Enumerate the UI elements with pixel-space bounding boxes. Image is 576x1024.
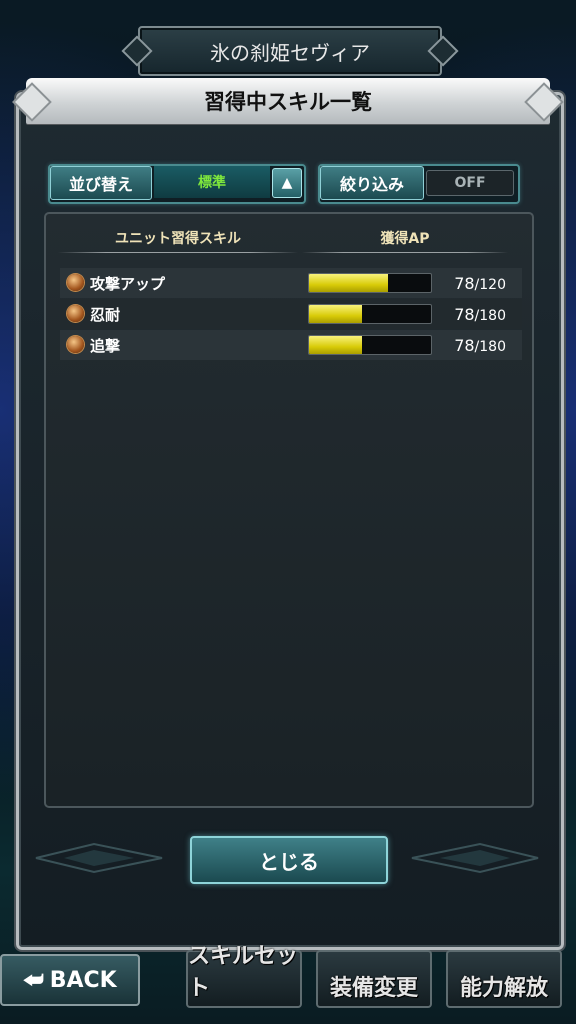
skill-name: 忍耐	[90, 306, 121, 324]
ap-value: 78/180	[454, 305, 506, 324]
skill-orb-icon	[67, 274, 84, 291]
ornament-left-icon	[35, 842, 163, 874]
ap-max: /180	[474, 308, 506, 324]
ap-current: 78	[454, 274, 475, 293]
skill-orb-icon	[67, 305, 84, 322]
triangle-up-icon: ▲	[281, 175, 293, 191]
skill-row[interactable]: 忍耐 78/180	[60, 299, 522, 329]
back-arrow-icon: ⮨	[23, 967, 44, 993]
ap-progress-fill	[309, 305, 362, 323]
column-header-skill: ユニット習得スキル	[115, 231, 241, 247]
filter-control: 絞り込み OFF	[318, 164, 520, 204]
filter-status[interactable]: OFF	[426, 170, 514, 196]
ap-max: /180	[474, 339, 506, 355]
ap-max: /120	[474, 277, 506, 293]
ornament-right-icon	[411, 842, 539, 874]
sort-control: 並び替え 標準 ▲	[48, 164, 306, 204]
ap-value: 78/180	[454, 336, 506, 355]
sort-order-button[interactable]: ▲	[272, 168, 302, 198]
column-header-ap: 獲得AP	[380, 231, 430, 247]
skill-row[interactable]: 追撃 78/180	[60, 330, 522, 360]
ap-progress-fill	[309, 336, 362, 354]
ap-progress-bar	[308, 273, 432, 293]
skill-name: 追撃	[90, 337, 121, 355]
column-divider	[58, 252, 298, 253]
character-name: 氷の刹姫セヴィア	[210, 40, 370, 65]
ap-current: 78	[454, 336, 475, 355]
column-divider	[302, 252, 508, 253]
ap-value: 78/120	[454, 274, 506, 293]
skill-name: 攻撃アップ	[90, 275, 166, 293]
character-name-plate: 氷の刹姫セヴィア	[138, 26, 442, 76]
tab-skill-set[interactable]: スキルセット	[186, 944, 302, 1008]
ap-current: 78	[454, 305, 475, 324]
filter-button[interactable]: 絞り込み	[320, 166, 424, 200]
tab-ability-unlock[interactable]: 能力解放	[446, 950, 562, 1008]
sort-value[interactable]: 標準	[154, 166, 270, 198]
ap-progress-bar	[308, 304, 432, 324]
ap-progress-bar	[308, 335, 432, 355]
close-button[interactable]: とじる	[190, 836, 388, 884]
sort-button[interactable]: 並び替え	[50, 166, 152, 200]
skill-orb-icon	[67, 336, 84, 353]
ap-progress-fill	[309, 274, 389, 292]
back-label: BACK	[49, 967, 117, 993]
back-button[interactable]: ⮨ BACK	[0, 954, 140, 1006]
skill-row[interactable]: 攻撃アップ 78/120	[60, 268, 522, 298]
dialog-title: 習得中スキル一覧	[204, 90, 372, 114]
dialog-header: 習得中スキル一覧	[26, 78, 550, 124]
tab-equipment-change[interactable]: 装備変更	[316, 950, 432, 1008]
